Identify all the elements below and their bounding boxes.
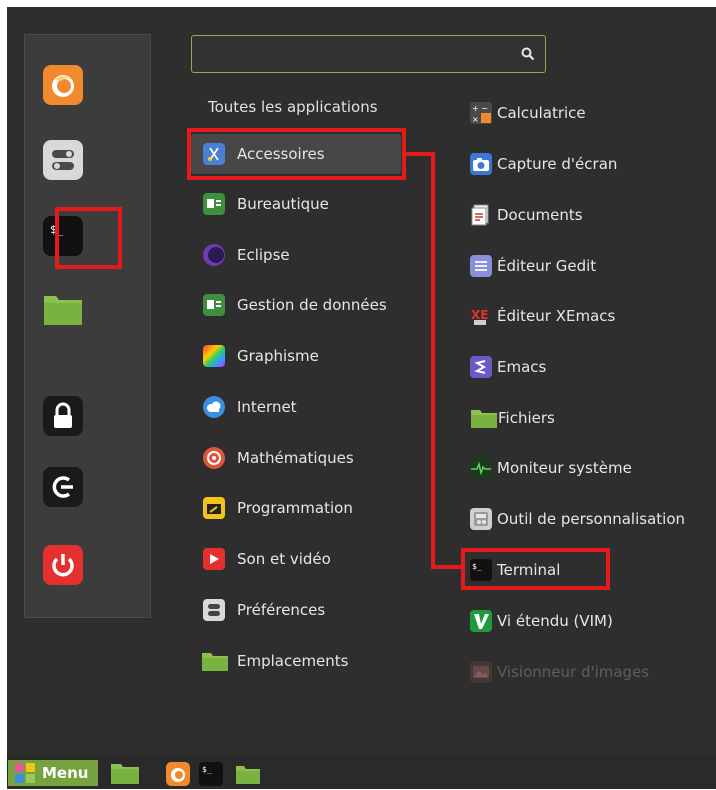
app-editeur-xemacs[interactable]: XE Éditeur XEmacs: [460, 296, 712, 336]
firefox-icon[interactable]: [43, 65, 83, 105]
eclipse-icon: [203, 244, 225, 266]
category-label: Graphisme: [237, 347, 319, 365]
documents-icon: [470, 204, 492, 226]
app-visionneur-images[interactable]: Visionneur d'images: [460, 652, 712, 692]
folder-icon: [201, 650, 229, 672]
camera-icon: [470, 153, 492, 175]
svg-text:×: ×: [472, 115, 479, 124]
play-icon: [203, 548, 225, 570]
text-editor-icon: [470, 255, 492, 277]
app-emacs[interactable]: Emacs: [460, 347, 712, 387]
app-label: Éditeur XEmacs: [497, 307, 616, 325]
xemacs-icon: XE: [470, 305, 492, 327]
lock-icon[interactable]: [43, 396, 83, 436]
app-calculatrice[interactable]: + − × Calculatrice: [460, 93, 712, 133]
calculator-icon: + − ×: [470, 102, 492, 124]
app-documents[interactable]: Documents: [460, 195, 712, 235]
category-emplacements[interactable]: Emplacements: [191, 641, 401, 681]
app-label: Outil de personnalisation: [497, 510, 686, 528]
svg-text:XE: XE: [471, 308, 488, 322]
folder-icon[interactable]: [110, 761, 140, 785]
logout-icon[interactable]: [43, 467, 83, 507]
category-preferences[interactable]: Préférences: [191, 590, 401, 630]
category-bureautique[interactable]: Bureautique: [191, 184, 401, 224]
category-label: Gestion de données: [237, 296, 387, 314]
app-label: Fichiers: [498, 409, 555, 427]
math-icon: [203, 447, 225, 469]
tweak-icon: [470, 508, 492, 530]
highlight-box-terminal-favorite: [55, 207, 122, 269]
app-moniteur-systeme[interactable]: Moniteur système: [460, 448, 712, 488]
app-editeur-gedit[interactable]: Éditeur Gedit: [460, 246, 712, 286]
category-internet[interactable]: Internet: [191, 387, 401, 427]
highlight-connector: [431, 565, 465, 569]
vim-icon: [470, 610, 492, 632]
app-label: Vi étendu (VIM): [497, 612, 613, 630]
graphics-icon: [203, 345, 225, 367]
category-label: Bureautique: [237, 195, 329, 213]
app-vim[interactable]: Vi étendu (VIM): [460, 601, 712, 641]
database-icon: [203, 294, 225, 316]
preferences-icon: [203, 599, 225, 621]
app-outil-de-personnalisation[interactable]: Outil de personnalisation: [460, 499, 712, 539]
settings-icon[interactable]: [43, 140, 83, 180]
image-viewer-icon: [470, 661, 492, 683]
all-applications-category[interactable]: Toutes les applications: [208, 97, 378, 117]
category-label: Mathématiques: [237, 449, 354, 467]
category-label: Son et vidéo: [237, 550, 331, 568]
monitor-icon: [470, 457, 492, 479]
app-capture-ecran[interactable]: Capture d'écran: [460, 144, 712, 184]
category-label: Programmation: [237, 499, 353, 517]
app-label: Capture d'écran: [497, 155, 618, 173]
app-label: Visionneur d'images: [497, 663, 650, 681]
mint-menu-icon: [14, 762, 36, 784]
cloud-icon: [203, 396, 225, 418]
highlight-box-accessoires: [187, 128, 406, 180]
app-label: Emacs: [497, 358, 547, 376]
folder-icon[interactable]: [235, 763, 261, 785]
menu-button[interactable]: Menu: [8, 760, 98, 786]
search-box: [191, 35, 546, 73]
folder-icon: [470, 407, 498, 429]
app-fichiers[interactable]: Fichiers: [460, 398, 712, 438]
highlight-connector: [431, 152, 435, 569]
firefox-icon[interactable]: [166, 762, 190, 790]
menu-label: Menu: [42, 764, 89, 782]
category-son-et-video[interactable]: Son et vidéo: [191, 539, 401, 579]
app-label: Documents: [497, 206, 583, 224]
svg-text:+ −: + −: [472, 104, 488, 113]
programming-icon: [203, 497, 225, 519]
terminal-icon[interactable]: $_: [199, 762, 223, 790]
folder-icon[interactable]: [43, 289, 83, 329]
app-label: Moniteur système: [497, 459, 632, 477]
category-graphisme[interactable]: Graphisme: [191, 336, 401, 376]
category-label: Eclipse: [237, 246, 290, 264]
category-programmation[interactable]: Programmation: [191, 488, 401, 528]
app-label: Éditeur Gedit: [497, 257, 597, 275]
svg-text:$_: $_: [202, 765, 212, 774]
category-gestion-de-donnees[interactable]: Gestion de données: [191, 285, 401, 325]
office-icon: [203, 193, 225, 215]
category-label: Préférences: [237, 601, 326, 619]
search-icon[interactable]: [521, 46, 535, 65]
category-mathematiques[interactable]: Mathématiques: [191, 438, 401, 478]
category-eclipse[interactable]: Eclipse: [191, 235, 401, 275]
highlight-box-terminal-app: [461, 548, 610, 590]
category-label: Emplacements: [237, 652, 349, 670]
emacs-icon: [470, 356, 492, 378]
category-label: Internet: [237, 398, 297, 416]
power-icon[interactable]: [43, 545, 83, 585]
search-input[interactable]: [202, 36, 502, 72]
app-label: Calculatrice: [497, 104, 586, 122]
